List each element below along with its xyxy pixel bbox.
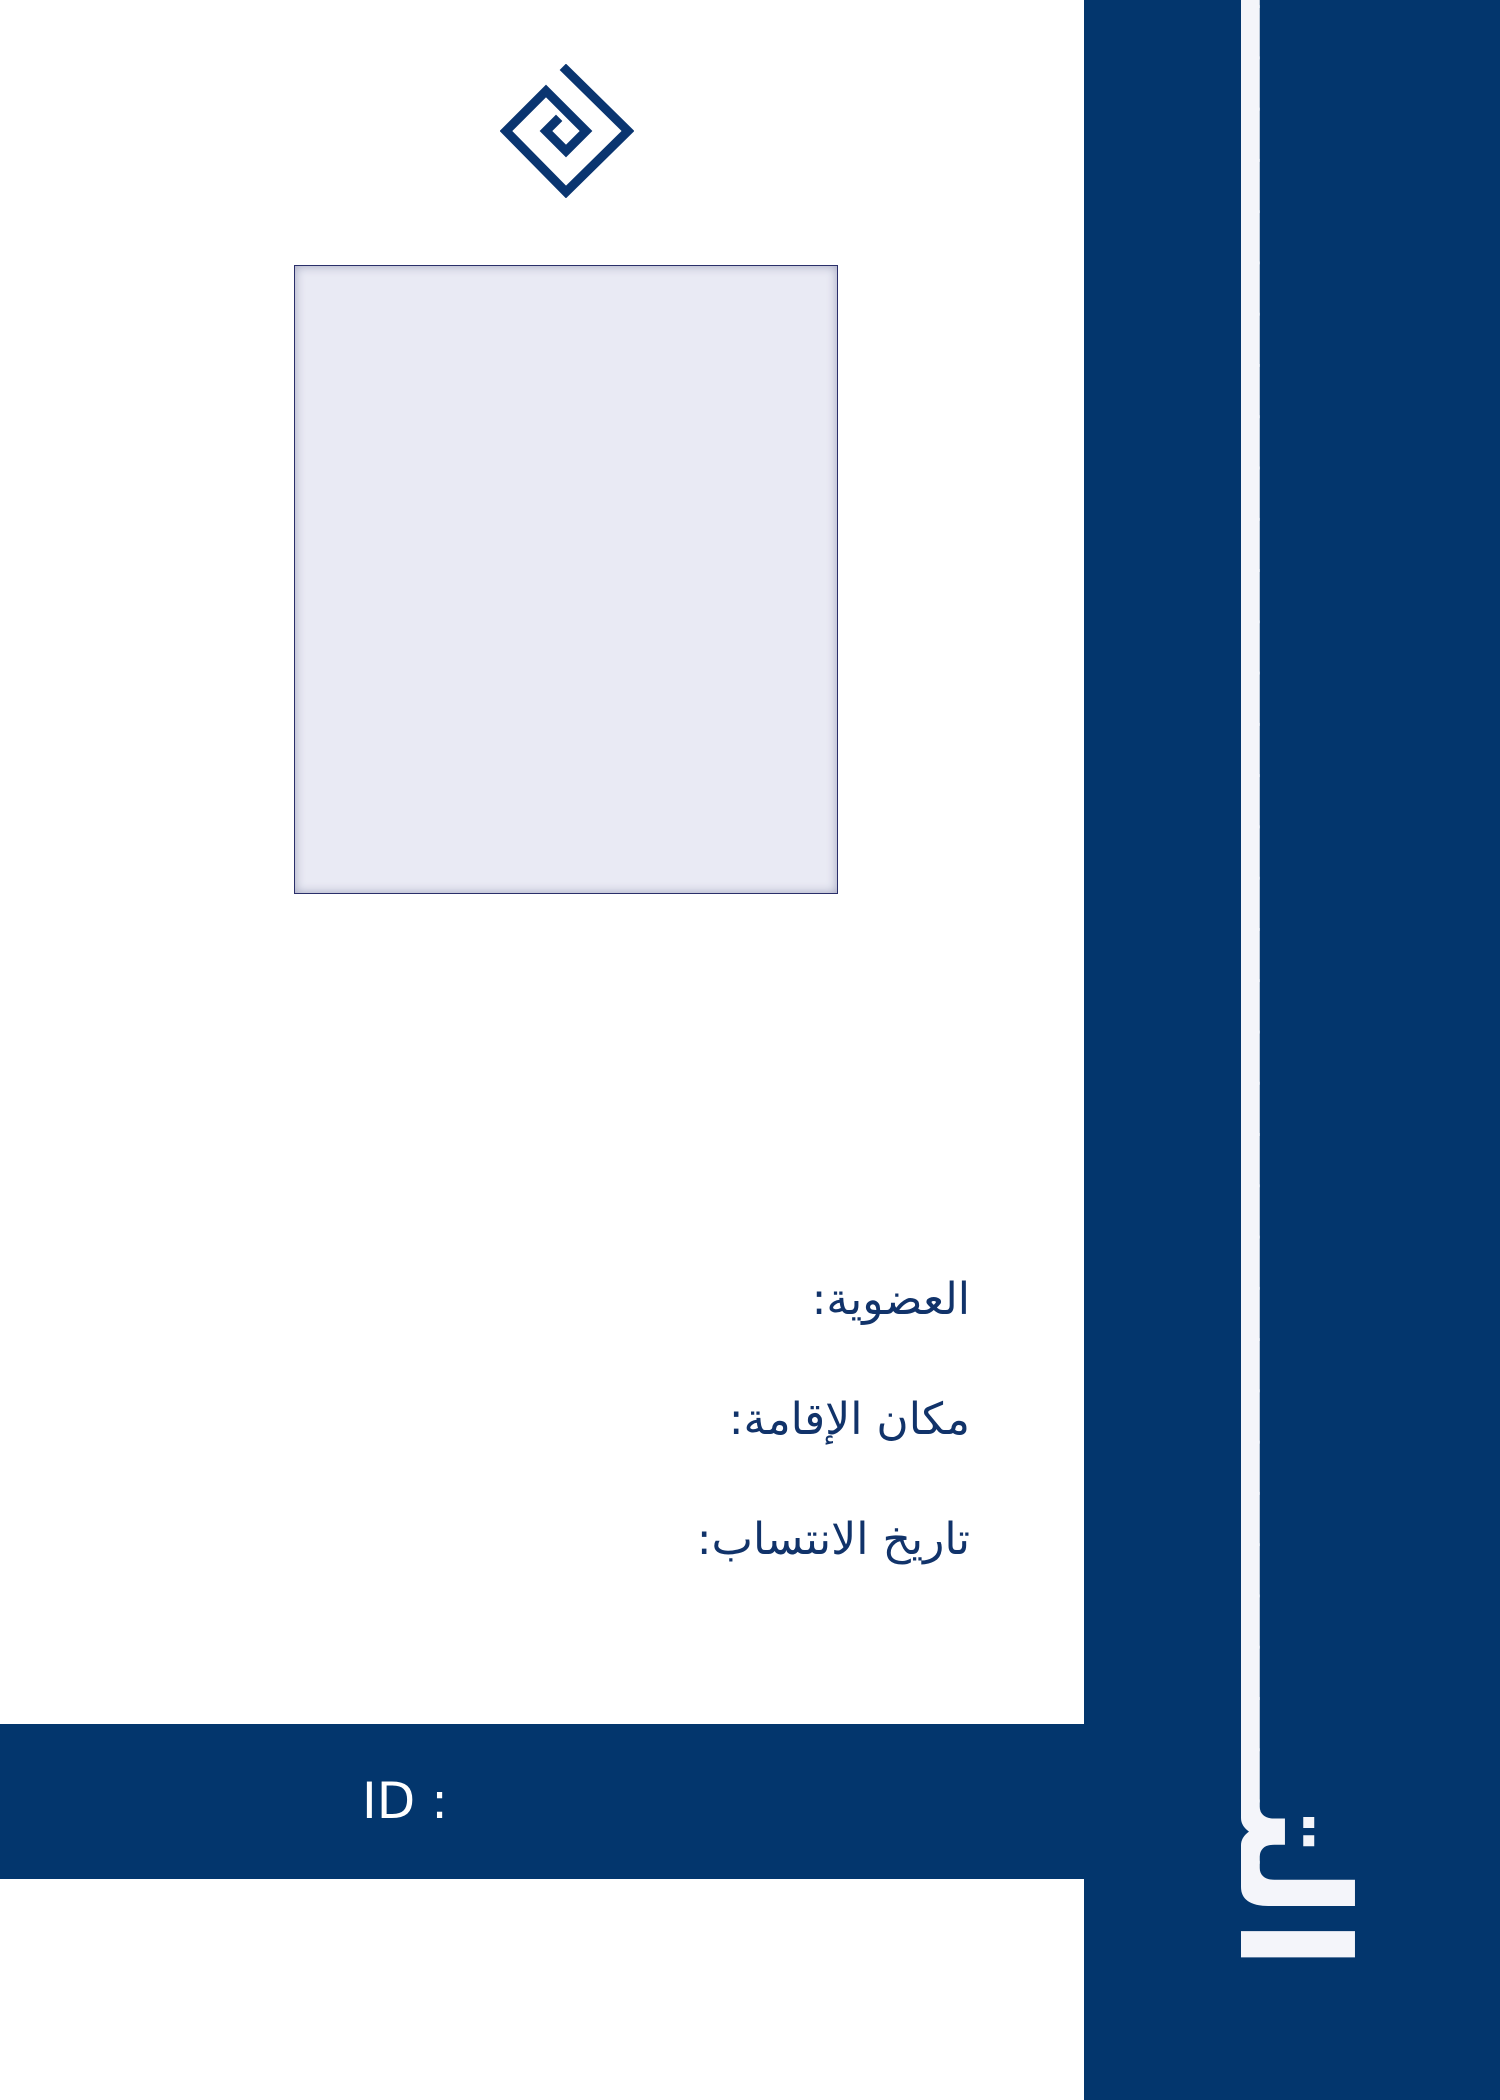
id-label: ID : bbox=[362, 1772, 448, 1830]
side-title: التـــــــــــــــــــــــــــــــــــــ… bbox=[1205, 0, 1379, 1970]
residence-label: مكان الإقامة: bbox=[728, 1394, 970, 1445]
photo-placeholder bbox=[294, 265, 838, 894]
diamond-spiral-logo-icon bbox=[500, 64, 634, 198]
membership-label: العضوية: bbox=[811, 1274, 970, 1325]
member-fields: العضوية: مكان الإقامة: تاريخ الانتساب: bbox=[560, 1240, 970, 1600]
join-date-label: تاريخ الانتساب: bbox=[696, 1514, 970, 1565]
id-band: ID : bbox=[0, 1724, 1084, 1879]
